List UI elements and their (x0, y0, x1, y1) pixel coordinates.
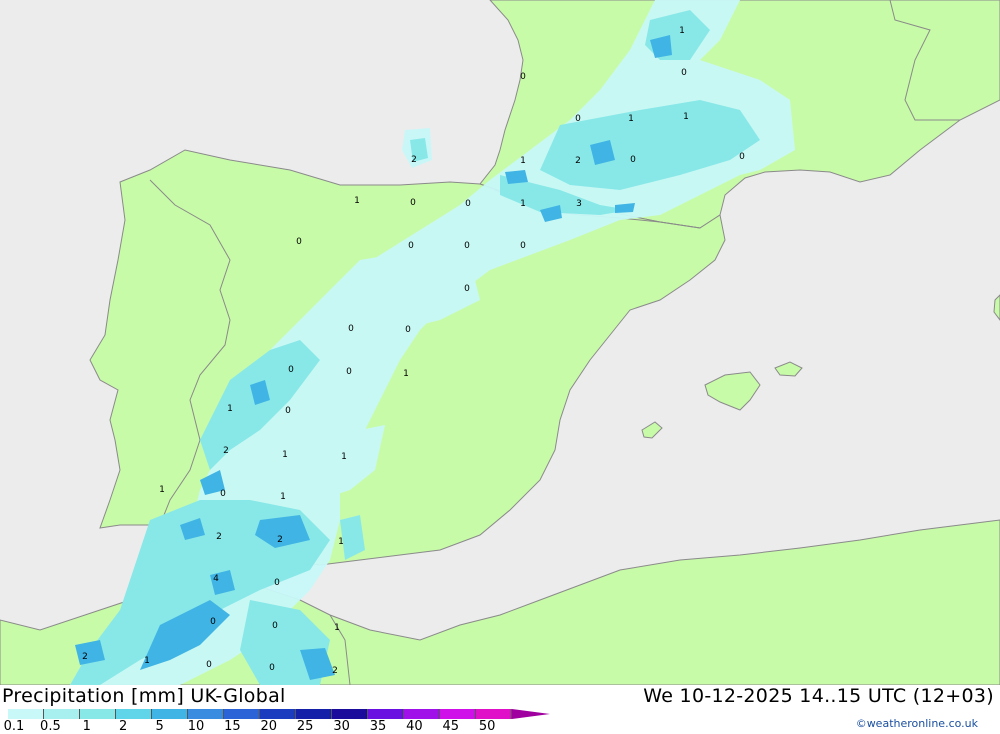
valid-time: We 10-12-2025 14..15 UTC (12+03) (643, 685, 994, 707)
color-scale-labels: 0.1 0.5 1 2 5 10 15 20 25 30 35 40 45 50 (0, 719, 560, 734)
map-label: 1 (341, 452, 347, 462)
map-label: 0 (575, 114, 581, 124)
map-label: 0 (630, 155, 636, 165)
color-scale-label: 25 (296, 719, 314, 734)
map-label: 1 (403, 369, 409, 379)
color-scale-cell (332, 709, 368, 719)
color-scale-label: 0.1 (3, 719, 25, 734)
color-scale-label: 40 (406, 719, 423, 734)
map-label: 4 (213, 574, 219, 584)
map-label: 1 (144, 656, 150, 666)
map-label: 2 (411, 155, 417, 165)
map-label: 0 (274, 578, 280, 588)
color-scale-cell (476, 709, 512, 719)
map-label: 0 (465, 199, 471, 209)
color-scale-cell (8, 709, 44, 719)
map-label: 0 (346, 367, 352, 377)
map-label: 0 (520, 72, 526, 82)
map-label: 0 (739, 152, 745, 162)
map-label: 2 (223, 446, 229, 456)
map-label: 1 (334, 623, 340, 633)
color-scale-cell (260, 709, 296, 719)
map-label: 0 (210, 617, 216, 627)
map-label: 2 (277, 535, 283, 545)
color-scale-cell (368, 709, 404, 719)
color-scale-label: 2 (119, 719, 128, 734)
map-label: 1 (280, 492, 286, 502)
map-label: 1 (354, 196, 360, 206)
color-scale-label: 45 (442, 719, 460, 734)
color-scale-bar (8, 709, 550, 719)
color-scale-cell (116, 709, 152, 719)
map-label: 2 (575, 156, 581, 166)
map-label: 2 (82, 652, 88, 662)
map-label: 0 (220, 489, 226, 499)
map-label: 1 (338, 537, 344, 547)
color-scale-cell (224, 709, 260, 719)
color-scale-cell (440, 709, 476, 719)
map-label: 1 (683, 112, 689, 122)
map-label: 2 (332, 666, 338, 676)
color-scale-tip (512, 709, 550, 719)
color-scale-label: 20 (260, 719, 278, 734)
map-label: 0 (206, 660, 212, 670)
color-scale-label: 30 (333, 719, 350, 734)
color-scale-label: 5 (155, 719, 164, 734)
map-label: 0 (272, 621, 278, 631)
color-scale-label: 15 (224, 719, 241, 734)
map-label: 0 (288, 365, 294, 375)
map-label: 1 (679, 26, 685, 36)
color-scale-cell (188, 709, 224, 719)
map-label: 0 (464, 284, 470, 294)
color-scale-label: 50 (478, 719, 496, 734)
map-label: 0 (408, 241, 414, 251)
map-label: 1 (520, 199, 526, 209)
map-label: 1 (227, 404, 233, 414)
map-label: 0 (464, 241, 470, 251)
map-label: 3 (576, 199, 582, 209)
map-label: 0 (520, 241, 526, 251)
map-label: 0 (410, 198, 416, 208)
map-label: 0 (681, 68, 687, 78)
map-label: 0 (348, 324, 354, 334)
color-scale-cell (80, 709, 116, 719)
color-scale-label: 10 (187, 719, 205, 734)
precipitation-map: 1 0 0 0 1 1 0 2 1 2 0 1 0 0 1 3 0 0 0 0 … (0, 0, 1000, 685)
color-scale-label: 0.5 (40, 719, 61, 734)
color-scale-cell (152, 709, 188, 719)
map-title: Precipitation [mm] UK-Global (2, 685, 286, 707)
map-label: 1 (628, 114, 634, 124)
map-label: 0 (296, 237, 302, 247)
color-scale-label: 35 (369, 719, 387, 734)
map-label: 0 (269, 663, 275, 673)
map-label: 2 (216, 532, 222, 542)
legend-panel: Precipitation [mm] UK-Global We 10-12-20… (0, 685, 1000, 734)
color-scale-cell (404, 709, 440, 719)
credit-link[interactable]: ©weatheronline.co.uk (856, 717, 978, 730)
color-scale-cell (44, 709, 80, 719)
map-label: 1 (159, 485, 165, 495)
color-scale-label: 1 (82, 719, 91, 734)
map-label: 1 (282, 450, 288, 460)
map-label: 0 (405, 325, 411, 335)
map-label: 0 (285, 406, 291, 416)
color-scale-cell (296, 709, 332, 719)
map-label: 1 (520, 156, 526, 166)
